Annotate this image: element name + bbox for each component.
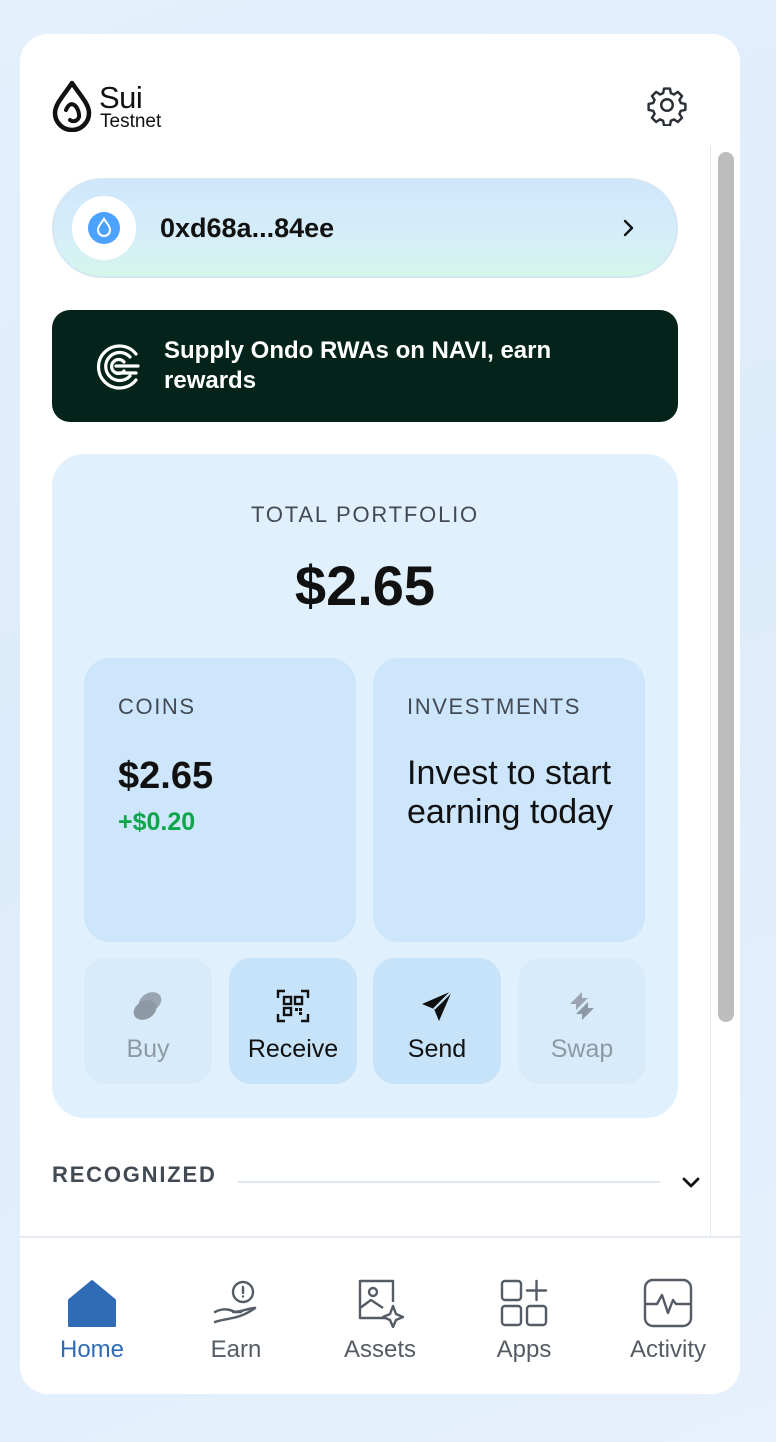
nav-label-earn: Earn xyxy=(210,1336,262,1363)
account-avatar xyxy=(72,196,136,260)
recognized-section-title: RECOGNIZED xyxy=(52,1162,217,1187)
receive-button[interactable]: Receive xyxy=(229,958,357,1084)
earn-hand-icon xyxy=(213,1280,257,1324)
swap-button[interactable]: Swap xyxy=(518,958,646,1084)
buy-button[interactable]: Buy xyxy=(84,958,212,1084)
coins-change: +$0.20 xyxy=(118,808,196,836)
coins-tile[interactable]: COINS $2.65 +$0.20 xyxy=(84,658,356,942)
paper-plane-icon xyxy=(422,990,453,1021)
header: Sui Testnet xyxy=(20,34,740,146)
send-button[interactable]: Send xyxy=(373,958,501,1084)
portfolio-label: TOTAL PORTFOLIO xyxy=(251,502,479,527)
navi-logo-icon xyxy=(96,344,140,390)
section-divider xyxy=(238,1181,660,1183)
portfolio-card: TOTAL PORTFOLIO $2.65 COINS $2.65 +$0.20… xyxy=(52,454,678,1118)
nav-label-assets: Assets xyxy=(343,1336,417,1363)
coins-value: $2.65 xyxy=(118,755,214,797)
nav-label-home: Home xyxy=(59,1336,125,1363)
qr-code-icon xyxy=(276,989,310,1023)
activity-pulse-icon xyxy=(643,1278,693,1328)
chevron-down-icon[interactable] xyxy=(680,1172,702,1194)
nav-item-assets[interactable]: Assets xyxy=(308,1238,452,1394)
swap-label: Swap xyxy=(550,1035,614,1063)
nav-item-home[interactable]: Home xyxy=(20,1238,164,1394)
nav-item-activity[interactable]: Activity xyxy=(596,1238,740,1394)
chevron-right-icon xyxy=(623,219,634,237)
nav-label-apps: Apps xyxy=(496,1336,552,1363)
coins-label: COINS xyxy=(118,694,196,719)
nav-item-apps[interactable]: Apps xyxy=(452,1238,596,1394)
nav-item-earn[interactable]: Earn xyxy=(164,1238,308,1394)
nav-label-activity: Activity xyxy=(629,1336,706,1363)
gear-icon[interactable] xyxy=(646,84,688,126)
network-label: Testnet xyxy=(100,111,162,132)
scrollbar-thumb[interactable] xyxy=(718,152,734,1022)
receive-label: Receive xyxy=(247,1035,339,1063)
portfolio-value: $2.65 xyxy=(294,554,436,617)
assets-image-icon xyxy=(358,1279,405,1328)
investments-tile[interactable]: INVESTMENTS Invest to start earning toda… xyxy=(373,658,645,942)
buy-label: Buy xyxy=(126,1035,170,1063)
sui-logo-icon xyxy=(52,80,92,132)
account-address: 0xd68a...84ee xyxy=(160,213,335,243)
apps-grid-icon xyxy=(500,1279,548,1327)
investments-text: Invest to start earning today xyxy=(407,754,614,831)
wallet-panel: Sui Testnet 0xd68a...84ee Supply Ondo RW… xyxy=(20,34,740,1394)
swap-arrows-icon xyxy=(570,992,594,1020)
bottom-nav: Home Earn Assets Apps Activity xyxy=(20,1236,740,1394)
account-selector[interactable]: 0xd68a...84ee xyxy=(52,178,678,278)
brand-name: Sui xyxy=(99,80,143,115)
investments-label: INVESTMENTS xyxy=(407,694,582,719)
sui-token-icon xyxy=(88,212,120,244)
promo-text: Supply Ondo RWAs on NAVI, earn rewards xyxy=(164,337,552,394)
promo-banner[interactable]: Supply Ondo RWAs on NAVI, earn rewards xyxy=(52,310,678,422)
send-label: Send xyxy=(407,1035,467,1063)
home-icon xyxy=(68,1280,116,1327)
coins-icon xyxy=(133,992,162,1020)
